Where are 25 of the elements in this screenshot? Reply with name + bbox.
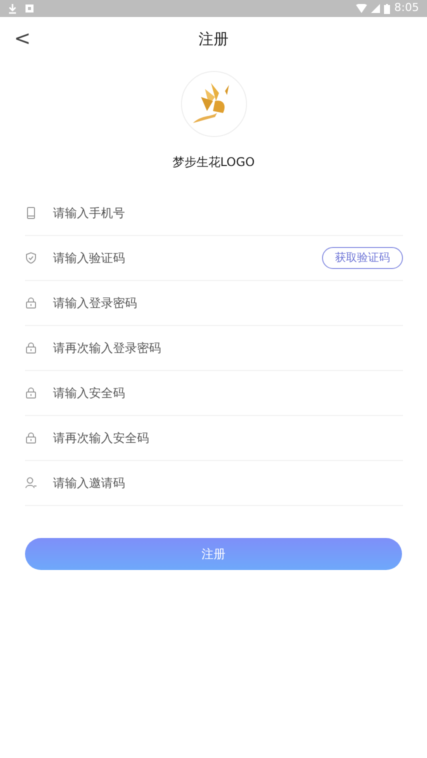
phone-icon — [25, 207, 37, 219]
input-field[interactable]: 请输入邀请码 — [53, 474, 403, 492]
lock-icon — [25, 297, 37, 309]
logo-caption: 梦步生花LOGO — [172, 154, 255, 171]
input-field[interactable]: 请输入安全码 — [53, 384, 403, 402]
page-title: 注册 — [198, 29, 228, 50]
person-icon — [25, 477, 37, 489]
lock-icon — [25, 387, 37, 399]
signal-icon — [371, 4, 380, 13]
register-button[interactable]: 注册 — [25, 538, 402, 570]
shield-icon — [25, 252, 37, 264]
get-code-button[interactable]: 获取验证码 — [322, 246, 403, 270]
input-field[interactable]: 请输入登录密码 — [53, 294, 403, 312]
download-icon — [8, 4, 17, 14]
notification-icon — [25, 4, 34, 13]
back-button[interactable]: < — [10, 26, 35, 50]
input-field[interactable]: 请输入验证码 — [53, 249, 306, 267]
input-field[interactable]: 请输入手机号 — [53, 204, 403, 222]
wifi-icon — [356, 4, 368, 13]
clock: 8:05 — [394, 0, 419, 16]
input-field[interactable]: 请再次输入安全码 — [53, 429, 403, 447]
battery-icon — [384, 4, 390, 14]
lock-icon — [25, 432, 37, 444]
input-field[interactable]: 请再次输入登录密码 — [53, 339, 403, 357]
lock-icon — [25, 342, 37, 354]
